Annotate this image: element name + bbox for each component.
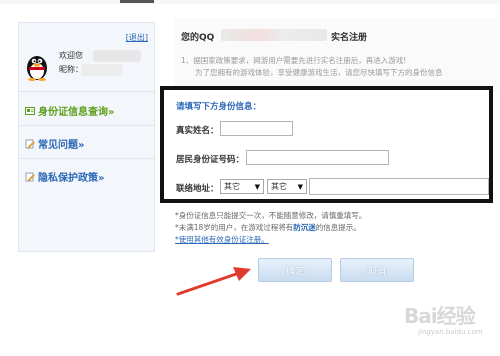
anti-addiction-highlight: 防沉迷 xyxy=(293,223,316,232)
id-card-icon xyxy=(25,106,35,115)
red-arrow-annotation xyxy=(176,267,251,296)
tip-text: *未满18岁的用户，在游戏过程将有 xyxy=(175,223,294,232)
province-value: 其它 xyxy=(224,182,240,191)
sidebar-item-label: 常见问题» xyxy=(38,140,85,151)
tip-line: *身份证信息只能提交一次，不能随意修改，请慎重填写。 xyxy=(175,211,367,220)
id-number-label: 居民身份证号码： xyxy=(176,155,245,165)
welcome-text: 欢迎您 xyxy=(59,51,83,60)
divider xyxy=(19,91,156,92)
watermark-logo: Bai经验 xyxy=(404,304,476,328)
confirm-button[interactable]: 确定 xyxy=(258,258,332,282)
chevron-down-icon: ▼ xyxy=(297,182,303,191)
identity-form: 请填写下方身份信息： 真实姓名： 居民身份证号码： 联络地址： 其它 ▼ 其它 … xyxy=(160,86,493,203)
id-number-input[interactable] xyxy=(246,150,389,165)
divider xyxy=(19,125,156,126)
city-value: 其它 xyxy=(271,182,287,191)
address-input[interactable] xyxy=(309,178,489,195)
info-panel: 您的QQ 实名注册 1、据国家政策要求，网游用户需要先进行实名注册后，再进入游戏… xyxy=(175,18,497,93)
form-heading: 请填写下方身份信息： xyxy=(176,102,262,112)
watermark-url: jingyan.baidu.com xyxy=(418,328,483,336)
qq-penguin-avatar xyxy=(27,56,47,81)
sidebar-item-label: 身份证信息查询» xyxy=(38,107,115,118)
address-label: 联络地址： xyxy=(176,184,219,194)
page-title: 您的QQ xyxy=(181,33,215,43)
sidebar: [退出] 欢迎您 昵称：直 身份证信息查询» 常见问题» xyxy=(18,22,156,252)
real-name-label: 真实姓名： xyxy=(176,126,219,136)
page-title-end: 实名注册 xyxy=(331,33,368,43)
real-name-input[interactable] xyxy=(220,121,293,136)
redacted-qq-number xyxy=(221,29,327,41)
top-strip-mark xyxy=(120,0,154,3)
sidebar-item-id-query[interactable]: 身份证信息查询» xyxy=(25,103,114,118)
pencil-icon xyxy=(25,172,35,181)
notice-line: 为了您拥有的游戏体验，享受健康游戏生活，请您尽快填写下方的身份信息 xyxy=(195,68,443,77)
chevron-down-icon: ▼ xyxy=(254,182,260,191)
tip-text: 的信息提示。 xyxy=(315,223,361,232)
city-select[interactable]: 其它 ▼ xyxy=(267,179,307,194)
divider xyxy=(19,158,156,159)
other-id-link[interactable]: *使用其他有效身份证注册。 xyxy=(175,234,269,245)
redacted-nickname xyxy=(81,64,123,76)
sidebar-item-faq[interactable]: 常见问题» xyxy=(25,136,84,151)
province-select[interactable]: 其它 ▼ xyxy=(220,179,264,194)
nickname-key: 昵称： xyxy=(59,65,83,74)
top-strip xyxy=(0,0,500,4)
sidebar-item-privacy[interactable]: 隐私保护政策» xyxy=(25,169,104,184)
pencil-icon xyxy=(25,139,35,148)
cancel-button[interactable]: 取消 xyxy=(340,258,414,282)
sidebar-item-label: 隐私保护政策» xyxy=(38,173,105,184)
notice-line: 1、据国家政策要求，网游用户需要先进行实名注册后，再进入游戏! xyxy=(181,56,407,65)
tip-line-2: *未满18岁的用户，在游戏过程将有防沉迷的信息提示。 xyxy=(175,222,361,233)
redacted-username xyxy=(93,50,141,62)
logout-link[interactable]: [退出] xyxy=(126,32,148,43)
